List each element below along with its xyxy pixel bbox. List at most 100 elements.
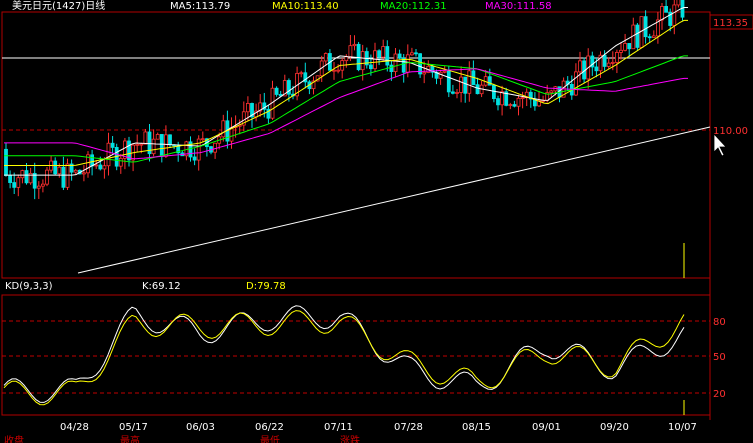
candle-up [467,70,472,94]
candle-down [627,43,632,50]
candle-up [549,90,554,94]
candle-up [455,92,459,94]
candle [16,174,21,197]
candle-up [516,97,521,107]
chart-title: 美元日元(1427)日线 [12,0,105,12]
candle-down [4,148,8,176]
candle [102,157,107,179]
candle [332,61,336,80]
candle-down [24,170,29,184]
candle [664,0,668,13]
candle [631,17,636,50]
bottom-status-bar: 收盘 最高 最低 涨跌 [0,435,753,443]
candle-down [32,172,37,189]
candle-up [245,103,250,113]
candle [385,40,390,72]
candle [409,47,414,56]
candle-down [368,64,373,70]
candle-up [360,51,365,71]
candle-up [442,70,447,73]
kd-level-80-label: 80 [713,317,726,328]
candle-down [664,6,668,13]
last-price-label: 113.35 [713,18,748,29]
ma-line-ma5 [4,7,688,176]
candle-down [594,66,599,72]
candle [455,89,459,99]
candle [82,165,86,182]
candle-up [65,163,70,188]
candle [45,166,49,187]
candle [438,69,443,85]
candle [508,102,513,110]
candle-down [159,134,164,157]
candlestick-series [4,0,685,200]
candle-down [377,50,382,58]
candle-up [135,143,140,146]
candle [434,69,439,85]
x-tick-label: 06/22 [255,422,284,433]
candle-down [53,160,58,175]
candle-up [651,35,656,38]
candle-up [118,157,123,167]
candle [656,11,660,44]
candle [323,52,328,66]
candle [619,42,623,60]
candle [110,136,115,154]
candle-down [8,175,13,183]
candle [340,58,345,79]
candle [41,179,45,193]
candle-up [155,134,160,140]
candle [143,128,148,145]
candle [574,63,578,96]
candle-down [635,24,640,48]
candle [393,48,398,78]
candle-up [82,172,86,175]
candle-up [45,169,49,185]
candle [200,131,205,143]
candle [418,53,423,78]
candle-down [168,134,172,146]
candle [184,140,189,161]
candle [36,181,41,199]
candle [352,35,357,51]
candle [20,169,25,184]
candle [213,142,218,159]
candle [295,66,300,101]
candle [32,162,37,200]
candle [12,172,17,195]
candle [615,49,619,74]
status-item: 最低 [260,436,280,443]
candle-up [332,69,336,72]
candle-up [36,185,41,189]
candle [168,134,172,148]
candle [278,90,283,97]
candle-up [196,138,201,161]
candle [520,91,525,109]
candle-down [192,156,197,161]
candle-up [213,142,218,153]
candle-down [98,164,103,170]
candle [450,84,455,95]
k-value-label: K:69.12 [142,281,181,292]
candle [623,33,627,52]
candle [106,132,111,176]
candle-down [356,43,361,71]
kd-title: KD(9,3,3) [5,281,53,292]
kd-level-50-label: 50 [713,352,726,363]
candle [422,61,427,84]
x-tick-label: 05/17 [119,422,148,433]
candle [471,60,476,86]
candle-up [73,169,78,173]
kd-line-d [3,310,685,406]
candle [401,53,406,83]
candle [496,95,500,111]
candle-up [405,54,410,73]
candle [270,80,275,120]
candle [258,94,263,117]
candle [303,62,308,89]
candle-up [610,61,615,64]
candle-up [151,138,156,155]
ma10-label: MA10:113.40 [272,1,339,12]
candle-up [619,49,623,53]
uptrend-line [77,126,711,274]
